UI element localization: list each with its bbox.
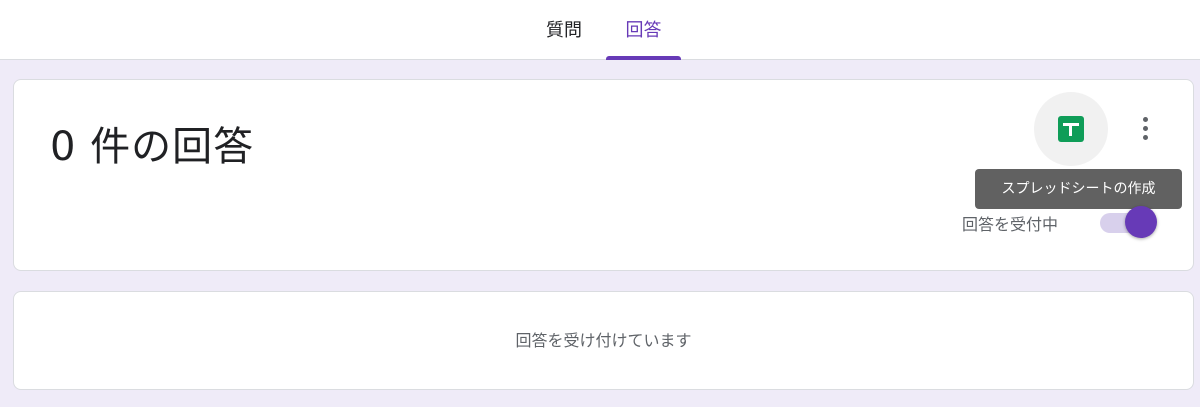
accepting-status-message: 回答を受け付けています	[515, 331, 692, 350]
tab-responses[interactable]: 回答	[606, 0, 681, 60]
response-count-title: 0 件の回答	[50, 124, 255, 170]
create-spreadsheet-tooltip: スプレッドシートの作成	[975, 169, 1182, 209]
responses-summary-card: 0 件の回答 スプレッドシートの作成 回答を受付中	[13, 79, 1194, 271]
accepting-responses-label: 回答を受付中	[962, 215, 1059, 234]
top-tab-bar: 質問 回答	[0, 0, 1200, 60]
toggle-thumb	[1125, 206, 1157, 238]
more-options-button[interactable]	[1130, 112, 1160, 146]
accepting-responses-toggle[interactable]	[1100, 206, 1160, 240]
more-vert-icon	[1143, 117, 1148, 122]
tab-questions[interactable]: 質問	[538, 0, 590, 60]
create-spreadsheet-button[interactable]	[1034, 92, 1108, 166]
response-status-card: 回答を受け付けています	[13, 291, 1194, 390]
active-tab-indicator	[606, 56, 681, 60]
google-sheets-icon	[1058, 116, 1084, 142]
